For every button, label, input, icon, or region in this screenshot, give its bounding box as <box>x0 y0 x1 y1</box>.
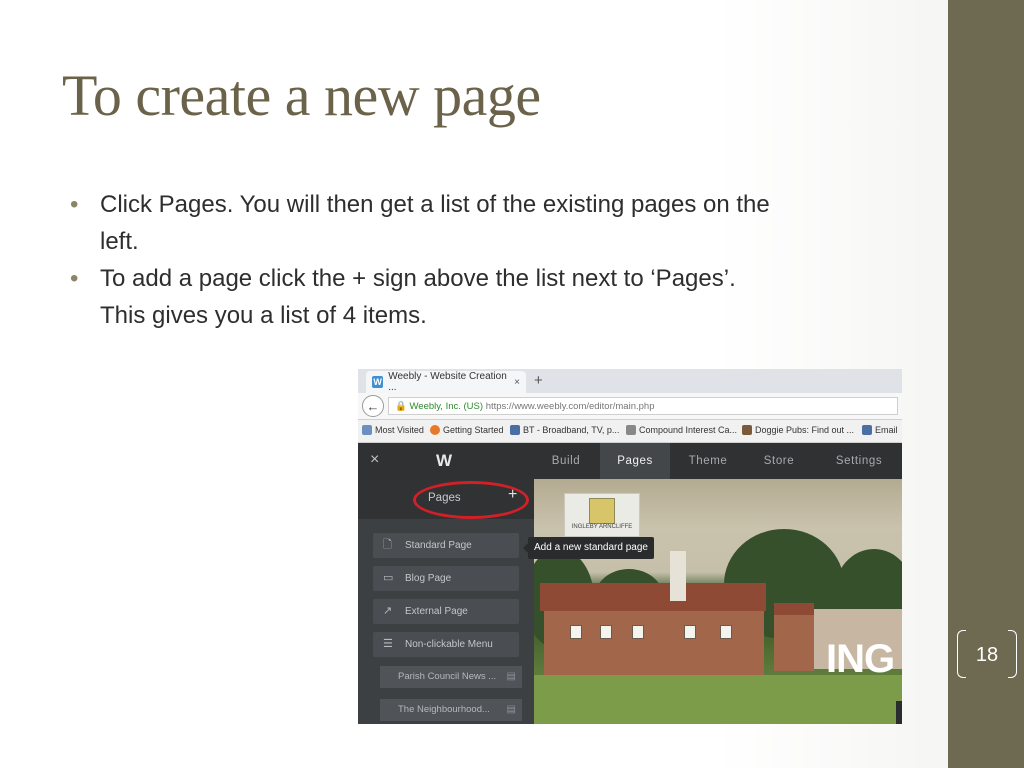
window-shape <box>684 625 696 639</box>
bookmark-item[interactable]: Compound Interest Ca... <box>626 425 737 435</box>
window-shape <box>600 625 612 639</box>
add-non-clickable-menu-item[interactable]: ☰ Non-clickable Menu <box>373 632 519 657</box>
clock-tower <box>670 551 686 601</box>
weebly-top-nav: × W Build Pages Theme Store Settings <box>358 443 902 479</box>
slide-number-box: 18 <box>957 630 1017 678</box>
new-tab-icon[interactable]: + <box>534 372 543 389</box>
bookmark-item[interactable]: Most Visited <box>362 425 424 435</box>
bookmark-item[interactable]: Doggie Pubs: Find out ... <box>742 425 854 435</box>
pages-panel: Pages + 🗋 Standard Page ▭ Blog Page ↗ Ex… <box>358 479 534 724</box>
window-shape <box>570 625 582 639</box>
existing-page-item[interactable]: The Neighbourhood... ▤ <box>380 699 522 721</box>
firefox-icon <box>430 425 440 435</box>
bookmark-icon <box>510 425 520 435</box>
blog-icon: ▭ <box>383 572 394 584</box>
page-icon: 🗋 <box>383 539 392 551</box>
window-shape <box>632 625 644 639</box>
highlight-ellipse <box>413 481 529 519</box>
site-logo-text: INGLEBY ARNCLIFFE <box>571 524 633 530</box>
bullet-item: • To add a page click the + sign above t… <box>70 260 910 334</box>
back-arrow-icon[interactable]: ← <box>362 395 384 417</box>
bookmark-icon <box>862 425 872 435</box>
tab-store[interactable]: Store <box>752 443 806 479</box>
bookmark-item[interactable]: Email <box>862 425 898 435</box>
bookmarks-bar: Most Visited Getting Started BT - Broadb… <box>358 420 902 443</box>
weebly-logo-icon[interactable]: W <box>436 451 452 471</box>
bookmark-item[interactable]: BT - Broadband, TV, p... <box>510 425 619 435</box>
site-heading[interactable]: ING <box>826 637 895 682</box>
add-standard-page-item[interactable]: 🗋 Standard Page <box>373 533 519 558</box>
weebly-favicon-icon: W <box>372 376 384 388</box>
bullet-text-line: This gives you a list of 4 items. <box>100 302 427 329</box>
menu-list-icon: ☰ <box>383 638 393 650</box>
browser-tab-bar: W Weebly - Website Creation ... × + <box>358 369 902 393</box>
browser-url-bar: ← 🔒 Weebly, Inc. (US) https://www.weebly… <box>358 393 902 420</box>
url-org-label: Weebly, Inc. (US) <box>409 401 484 412</box>
bullet-text-line: left. <box>100 228 139 255</box>
window-shape <box>720 625 732 639</box>
village-green <box>534 675 902 724</box>
weebly-screenshot: W Weebly - Website Creation ... × + ← 🔒 … <box>358 369 902 724</box>
bullet-dot: • <box>70 191 79 218</box>
bullet-item: • Click Pages. You will then get a list … <box>70 186 910 260</box>
village-roof <box>540 583 766 611</box>
site-logo[interactable]: INGLEBY ARNCLIFFE <box>564 493 640 537</box>
browser-tab[interactable]: W Weebly - Website Creation ... × <box>366 371 526 393</box>
bullet-text-line: To add a page click the + sign above the… <box>100 265 736 292</box>
bullet-list: • Click Pages. You will then get a list … <box>70 186 910 334</box>
lock-icon: 🔒 <box>395 401 407 412</box>
slide-title: To create a new page <box>62 63 541 128</box>
page-icon: ▤ <box>506 704 516 715</box>
add-blog-page-item[interactable]: ▭ Blog Page <box>373 566 519 591</box>
site-preview-canvas: INGLEBY ARNCLIFFE ING <box>534 479 902 724</box>
tab-settings[interactable]: Settings <box>824 443 894 479</box>
add-external-page-item[interactable]: ↗ External Page <box>373 599 519 624</box>
tab-close-icon[interactable]: × <box>514 377 520 388</box>
bookmark-icon <box>742 425 752 435</box>
url-text: https://www.weebly.com/editor/main.php <box>485 401 655 412</box>
pages-header: Pages + <box>358 479 534 519</box>
bookmark-icon <box>362 425 372 435</box>
external-link-icon: ↗ <box>383 605 393 617</box>
bullet-text-line: Click Pages. You will then get a list of… <box>100 191 770 218</box>
close-icon[interactable]: × <box>370 451 379 469</box>
tab-build[interactable]: Build <box>540 443 592 479</box>
tab-theme[interactable]: Theme <box>678 443 738 479</box>
bookmark-item[interactable]: Getting Started <box>430 425 504 435</box>
add-page-tooltip: Add a new standard page <box>523 537 654 559</box>
existing-page-item[interactable]: Parish Council News ... ▤ <box>380 666 522 688</box>
village-building <box>774 615 814 671</box>
site-logo-emblem <box>589 498 615 524</box>
url-input[interactable]: 🔒 Weebly, Inc. (US) https://www.weebly.c… <box>388 397 898 415</box>
page-icon: ▤ <box>506 671 516 682</box>
tab-pages[interactable]: Pages <box>600 443 670 479</box>
heading-cursor <box>896 701 902 724</box>
browser-tab-title: Weebly - Website Creation ... <box>388 371 507 393</box>
slide-number: 18 <box>975 644 999 666</box>
bookmark-icon <box>626 425 636 435</box>
bullet-dot: • <box>70 265 79 292</box>
